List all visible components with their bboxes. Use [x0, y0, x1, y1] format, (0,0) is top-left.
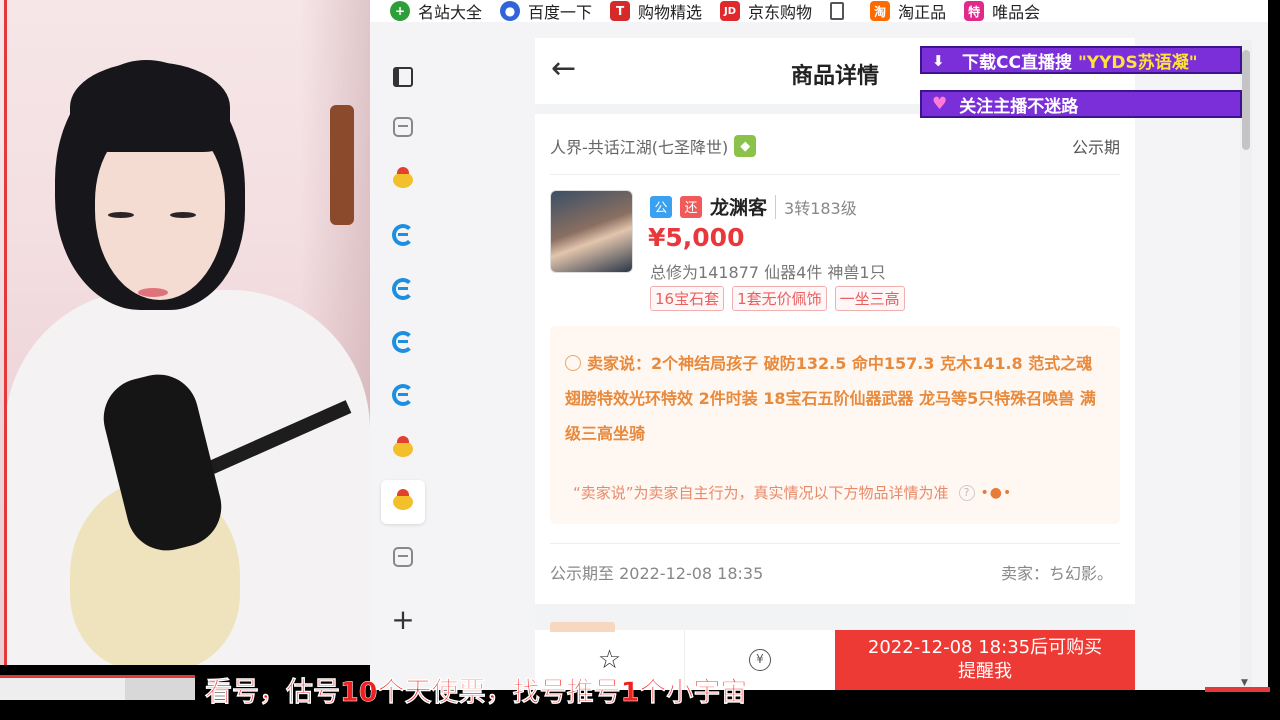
scrollbar[interactable]: ▼ [1240, 40, 1252, 690]
follow-text: 关注主播不迷路 [959, 96, 1079, 117]
sidebar-browser-2[interactable] [381, 267, 425, 311]
sidebar-app-2[interactable] [381, 535, 425, 579]
remind-time: 2022-12-08 18:35后可购买 [867, 637, 1103, 658]
follow-banner: ♥ 关注主播不迷路 [920, 90, 1242, 118]
divider [550, 174, 1120, 175]
bangs [70, 62, 230, 152]
download-banner: ⬇ 下载CC直播搜 "YYDS苏语凝" [920, 46, 1242, 74]
sidebar-tabs-button[interactable] [381, 55, 425, 99]
jd-icon: JD [720, 1, 741, 21]
sidebar-app-1[interactable] [381, 105, 425, 149]
sidebar-game-3-active[interactable] [381, 480, 425, 524]
seller-says-label: 卖家说： [587, 354, 652, 373]
download-icon: ⬇ [932, 52, 945, 70]
divider [550, 543, 1120, 544]
bookmark-label: 购物精选 [638, 3, 703, 22]
bookmark-shopping[interactable]: T 购物精选 [610, 0, 702, 23]
return-badge: 还 [680, 195, 702, 218]
seller-says-box: 卖家说：2个神结局孩子 破防132.5 命中157.3 克木141.8 范式之魂… [550, 326, 1120, 524]
product-card: 人界-共话江湖(七圣降世) ◆ 公示期 公 还 龙渊客 3转183级 ¥5,00… [535, 114, 1135, 604]
disclaimer-text: “卖家说”为卖家自主行为，真实情况以下方物品详情为准 [573, 484, 949, 502]
plus-circle-icon: + [390, 1, 410, 21]
android-icon: ◆ [734, 135, 757, 157]
chick-icon [393, 167, 413, 188]
webcam-feed [0, 0, 370, 665]
product-detail-page: ← 商品详情 人界-共话江湖(七圣降世) ◆ 公示期 公 还 龙渊客 3转183… [535, 38, 1135, 690]
feature-chip: 1套无价佩饰 [732, 286, 827, 311]
smile-icon [565, 355, 581, 371]
sidebar-browser-1[interactable] [381, 213, 425, 257]
feature-chips: 16宝石套 1套无价佩饰 一坐三高 [650, 286, 913, 311]
download-highlight: "YYDS苏语凝" [1077, 52, 1198, 73]
bookmark-label: 百度一下 [528, 3, 593, 22]
character-avatar[interactable] [550, 190, 633, 273]
sidebar-game-2[interactable] [381, 427, 425, 471]
sidebar-browser-4[interactable] [381, 373, 425, 417]
bookmark-label: 淘正品 [898, 3, 947, 22]
ie-icon [392, 278, 414, 300]
role-level: 3转183级 [775, 194, 857, 219]
feature-chip: 一坐三高 [834, 286, 905, 311]
server-name: 人界-共话江湖(七圣降世) [550, 138, 729, 157]
taobao-icon: 淘 [870, 1, 891, 21]
ie-icon [392, 384, 414, 406]
role-name: 龙渊客 [710, 197, 768, 219]
bookmark-label: 京东购物 [748, 3, 813, 22]
role-stats: 总修为141877 仙器4件 神兽1只 [650, 263, 886, 282]
bookmark-jd[interactable]: JD 京东购物 [720, 0, 812, 23]
disclaimer: “卖家说”为卖家自主行为，真实情况以下方物品详情为准 ? •●• [573, 482, 1012, 503]
bookmark-document[interactable] [830, 2, 852, 20]
stream-subtitle: 看号，估号10个天使票，找号推号1个小宇宙 [205, 677, 748, 709]
sidebar-add-button[interactable]: + [381, 598, 425, 642]
tabs-icon [393, 67, 413, 87]
chick-icon [393, 436, 413, 457]
period-label: 公示期 [1071, 138, 1120, 157]
plus-icon: + [391, 603, 415, 636]
bookmark-vip[interactable]: 特 唯品会 [964, 0, 1040, 23]
document-icon [830, 2, 845, 20]
bookmark-taobao[interactable]: 淘 淘正品 [870, 0, 946, 23]
role-header: 公 还 龙渊客 3转183级 [650, 193, 857, 220]
browser-sidebar: + [378, 45, 428, 645]
lips [138, 288, 168, 297]
help-icon[interactable]: ? [958, 484, 975, 501]
bookmark-label: 名站大全 [418, 3, 483, 22]
ie-icon [392, 331, 414, 353]
chick-icon [393, 489, 413, 510]
download-prefix: 下载CC直播搜 [962, 52, 1072, 73]
red-border [4, 0, 7, 665]
heart-icon: ♥ [932, 94, 948, 114]
app-box-icon [393, 117, 413, 137]
left-eye [108, 212, 134, 218]
bookmark-baidu[interactable]: ● 百度一下 [500, 0, 592, 23]
bookmark-label: 唯品会 [992, 3, 1041, 22]
server-info: 人界-共话江湖(七圣降世) ◆ [550, 134, 757, 158]
app-box-icon [393, 547, 413, 567]
scroll-thumb[interactable] [1242, 50, 1250, 150]
price: ¥5,000 [648, 223, 745, 252]
ie-icon [392, 224, 414, 246]
sidebar-game-1[interactable] [381, 158, 425, 202]
seller-name[interactable]: 卖家：ち幻影。 [1001, 560, 1113, 584]
feature-chip: 16宝石套 [650, 286, 725, 311]
yen-icon: ¥ [749, 649, 771, 671]
public-badge: 公 [650, 195, 672, 218]
more-dots-icon[interactable]: •●• [981, 485, 1013, 501]
right-black-edge [1268, 0, 1280, 700]
guitar [330, 105, 354, 225]
t-letter-icon: T [610, 1, 631, 21]
vip-icon: 特 [964, 1, 985, 21]
bookmarks-bar: + 名站大全 ● 百度一下 T 购物精选 JD 京东购物 淘 淘正品 特 唯品会 [370, 0, 1280, 22]
bookmark-mingzhan[interactable]: + 名站大全 [390, 0, 482, 23]
seller-says-text: 卖家说：2个神结局孩子 破防132.5 命中157.3 克木141.8 范式之魂… [565, 346, 1110, 451]
sidebar-browser-3[interactable] [381, 320, 425, 364]
right-eye [170, 212, 196, 218]
baidu-paw-icon: ● [500, 1, 521, 21]
public-until: 公示期至 2022-12-08 18:35 [550, 564, 764, 583]
